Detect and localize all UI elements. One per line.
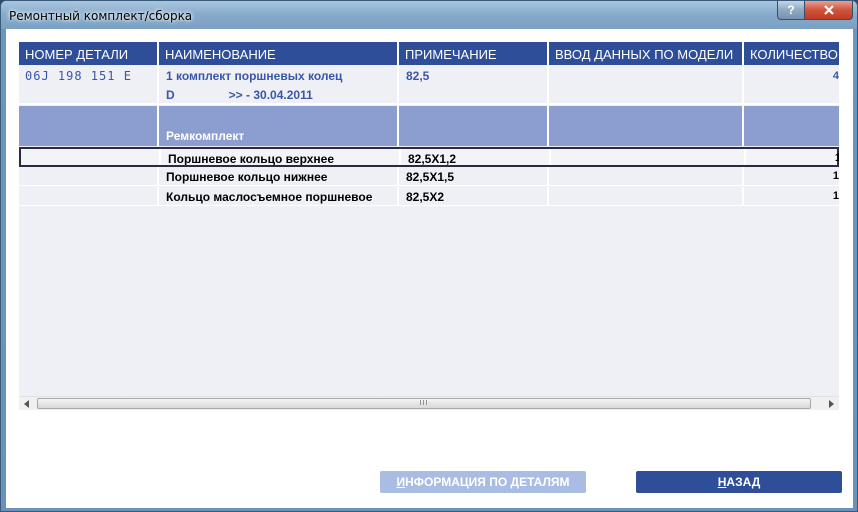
arrow-right-icon [829, 400, 834, 408]
part-info-button[interactable]: И НФОРМАЦИЯ ПО ДЕТАЛЯМ [380, 471, 586, 493]
item-note: 82,5X2 [399, 187, 549, 205]
window-title: Ремонтный комплект/сборка [9, 9, 193, 23]
scroll-grip: III [419, 400, 429, 407]
kit-name-cell: 1 комплект поршневых колец D >> - 30.04.2… [159, 65, 399, 103]
item-name: Поршневое кольцо верхнее [161, 149, 401, 165]
item-name: Поршневое кольцо нижнее [159, 167, 399, 185]
col-header-note[interactable]: ПРИМЕЧАНИЕ [399, 42, 549, 65]
table-row-item[interactable]: Поршневое кольцо нижнее 82,5X1,5 1 [19, 167, 839, 186]
col-header-quantity[interactable]: КОЛИЧЕСТВО [744, 42, 839, 65]
part-info-label: НФОРМАЦИЯ ПО ДЕТАЛЯМ [405, 475, 570, 489]
group-name: Ремкомплект [159, 106, 399, 146]
scroll-right-button[interactable] [823, 397, 839, 411]
close-button[interactable] [805, 1, 853, 20]
repair-kit-table: НОМЕР ДЕТАЛИ НАИМЕНОВАНИЕ ПРИМЕЧАНИЕ ВВО… [19, 42, 839, 408]
kit-date-range: >> - 30.04.2011 [228, 88, 313, 102]
kit-quantity-cell: 4 [744, 65, 839, 103]
dialog-window: Ремонтный комплект/сборка ? НОМЕР ДЕТАЛИ… [0, 0, 858, 512]
kit-note: 82,5 [399, 65, 549, 103]
table-row-item[interactable]: Кольцо маслосъемное поршневое 82,5X2 1 [19, 187, 839, 206]
arrow-left-icon [24, 400, 29, 408]
kit-variant: D [166, 88, 175, 102]
table-row-item[interactable]: Поршневое кольцо верхнее 82,5X1,2 1 [19, 147, 839, 167]
col-header-model-data[interactable]: ВВОД ДАННЫХ ПО МОДЕЛИ [549, 42, 744, 65]
table-header: НОМЕР ДЕТАЛИ НАИМЕНОВАНИЕ ПРИМЕЧАНИЕ ВВО… [19, 42, 839, 65]
item-quantity: 1 [835, 152, 839, 164]
title-buttons: ? [777, 1, 853, 20]
help-button[interactable]: ? [777, 1, 805, 20]
col-header-name[interactable]: НАИМЕНОВАНИЕ [159, 42, 399, 65]
item-name: Кольцо маслосъемное поршневое [159, 187, 399, 205]
table-row-kit[interactable]: 06J 198 151 E 1 комплект поршневых колец… [19, 65, 839, 105]
part-number: 06J 198 151 E [19, 65, 159, 103]
horizontal-scrollbar[interactable]: III [19, 396, 839, 410]
close-icon [823, 5, 834, 15]
title-bar[interactable]: Ремонтный комплект/сборка ? [1, 1, 857, 29]
back-accel: Н [717, 475, 727, 489]
item-note: 82,5X1,2 [401, 149, 551, 165]
dialog-content: НОМЕР ДЕТАЛИ НАИМЕНОВАНИЕ ПРИМЕЧАНИЕ ВВО… [6, 29, 853, 508]
table-row-group: Ремкомплект [19, 106, 839, 146]
kit-model-data [549, 65, 744, 103]
back-label: АЗАД [726, 475, 761, 489]
scroll-thumb[interactable]: III [37, 398, 811, 409]
col-header-part-number[interactable]: НОМЕР ДЕТАЛИ [19, 42, 159, 65]
item-quantity: 1 [832, 170, 839, 182]
kit-name: 1 комплект поршневых колец [166, 69, 343, 83]
item-note: 82,5X1,5 [399, 167, 549, 185]
help-icon: ? [787, 3, 795, 17]
scroll-left-button[interactable] [19, 397, 35, 411]
back-button[interactable]: Н АЗАД [636, 471, 842, 493]
kit-quantity: 4 [832, 70, 839, 82]
kit-variant-line: D >> - 30.04.2011 [166, 88, 397, 102]
part-info-accel: И [396, 475, 406, 489]
item-quantity: 1 [832, 190, 839, 202]
